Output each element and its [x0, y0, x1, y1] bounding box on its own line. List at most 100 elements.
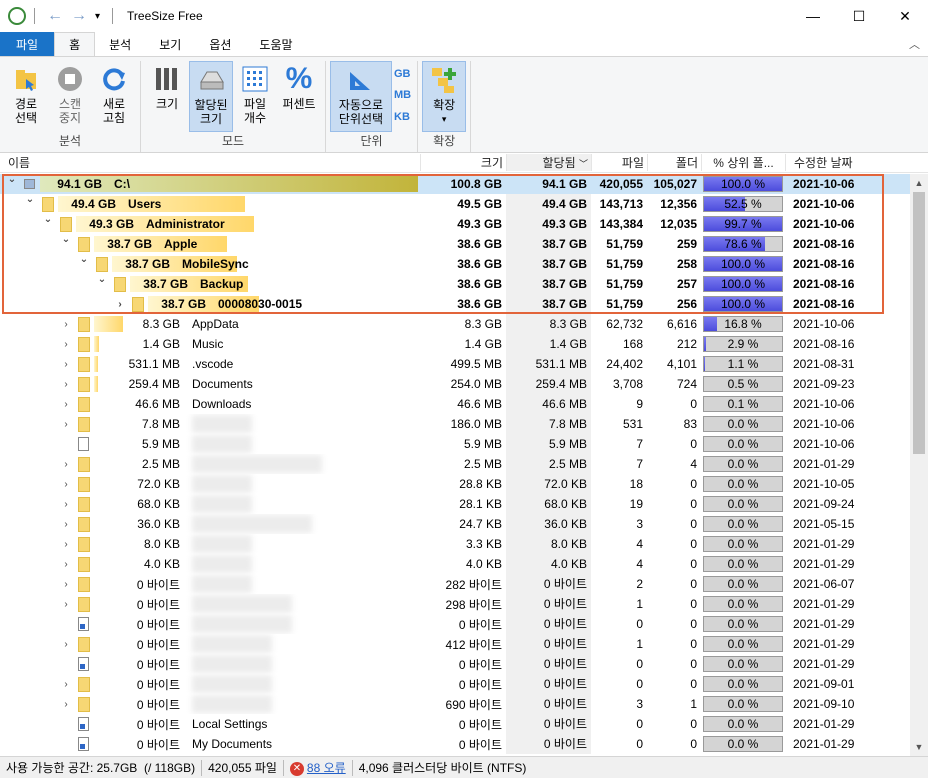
col-name[interactable]: 이름	[0, 154, 420, 171]
tree-row[interactable]: ⌄ 94.1 GB C:\ 100.8 GB 94.1 GB 420,055 105,027…	[0, 174, 910, 194]
tree-row[interactable]: › 0 바이트 0 바이트 0 바이트 0 0 0.0 % 2021-09-01	[0, 674, 910, 694]
col-files[interactable]: 파일	[591, 154, 647, 171]
percent-text: 0.0 %	[727, 597, 759, 611]
expand-button[interactable]: 확장 ▾	[422, 61, 467, 132]
tab-options[interactable]: 옵션	[195, 32, 245, 56]
unit-kb-button[interactable]: KB	[394, 111, 411, 123]
minimize-button[interactable]: —	[790, 0, 836, 32]
expand-chevron-icon[interactable]: ›	[60, 399, 72, 410]
size-label: 0 바이트	[136, 717, 180, 732]
allocated-cell: 38.7 GB	[506, 294, 591, 314]
collapse-chevron-icon[interactable]: ⌄	[96, 274, 108, 285]
tree-row[interactable]: › 8.3 GB AppData 8.3 GB 8.3 GB 62,732 6,616 16.…	[0, 314, 910, 334]
close-button[interactable]: ✕	[882, 0, 928, 32]
scroll-up-icon[interactable]: ▲	[910, 174, 928, 192]
size-cell: 46.6 MB	[457, 397, 502, 411]
tree-row[interactable]: › 531.1 MB .vscode 499.5 MB 531.1 MB 24,402 4,…	[0, 354, 910, 374]
tree-row[interactable]: › 46.6 MB Downloads 46.6 MB 46.6 MB 9 0 0.1 % 20…	[0, 394, 910, 414]
tree-row[interactable]: 0 바이트 My Documents 0 바이트 0 바이트 0 0 0.0 % 2021-0…	[0, 734, 910, 754]
tree-row[interactable]: › 0 바이트 412 바이트 0 바이트 1 0 0.0 % 2021-01-29	[0, 634, 910, 654]
expand-chevron-icon[interactable]: ›	[114, 299, 126, 310]
tree-row[interactable]: › 0 바이트 298 바이트 0 바이트 1 0 0.0 % 2021-01-29	[0, 594, 910, 614]
scroll-down-icon[interactable]: ▼	[910, 738, 928, 756]
expand-chevron-icon[interactable]: ›	[60, 639, 72, 650]
mode-file-count-button[interactable]: 파일 개수	[233, 61, 277, 132]
scroll-thumb[interactable]	[913, 192, 925, 454]
maximize-button[interactable]: ☐	[836, 0, 882, 32]
expand-chevron-icon[interactable]: ›	[60, 479, 72, 490]
select-path-button[interactable]: 경로 선택	[4, 61, 48, 132]
collapse-chevron-icon[interactable]: ⌄	[42, 214, 54, 225]
collapse-chevron-icon[interactable]: ⌄	[78, 254, 90, 265]
expand-chevron-icon[interactable]: ›	[60, 519, 72, 530]
collapse-chevron-icon[interactable]: ⌄	[6, 174, 18, 185]
tab-analyze[interactable]: 분석	[95, 32, 145, 56]
tree-row[interactable]: › 7.8 MB 186.0 MB 7.8 MB 531 83 0.0 % 2021-10-0…	[0, 414, 910, 434]
tree-row[interactable]: › 2.5 MB 2.5 MB 2.5 MB 7 4 0.0 % 2021-01-29	[0, 454, 910, 474]
tree-row[interactable]: 0 바이트 0 바이트 0 바이트 0 0 0.0 % 2021-01-29	[0, 654, 910, 674]
tree-row[interactable]: 0 바이트 Local Settings 0 바이트 0 바이트 0 0 0.0 % 2021…	[0, 714, 910, 734]
size-label: 4.0 KB	[143, 557, 180, 571]
expand-chevron-icon[interactable]: ›	[60, 339, 72, 350]
col-folders[interactable]: 폴더	[647, 154, 701, 171]
tree-row[interactable]: › 72.0 KB 28.8 KB 72.0 KB 18 0 0.0 % 2021-10-05	[0, 474, 910, 494]
tab-view[interactable]: 보기	[145, 32, 195, 56]
vertical-scrollbar[interactable]: ▲ ▼	[910, 174, 928, 756]
tree-row[interactable]: 0 바이트 0 바이트 0 바이트 0 0 0.0 % 2021-01-29	[0, 614, 910, 634]
size-label: 46.6 MB	[135, 397, 180, 411]
expand-chevron-icon[interactable]: ›	[60, 499, 72, 510]
tree-row[interactable]: ⌄ 38.7 GB Backup 38.6 GB 38.7 GB 51,759 257 100…	[0, 274, 910, 294]
tree-row[interactable]: ⌄ 49.3 GB Administrator 49.3 GB 49.3 GB 143,3…	[0, 214, 910, 234]
expand-chevron-icon[interactable]: ›	[60, 539, 72, 550]
back-arrow-icon[interactable]: ←	[47, 7, 63, 25]
auto-unit-button[interactable]: 자동으로 단위선택	[330, 61, 392, 132]
expand-chevron-icon[interactable]: ›	[60, 699, 72, 710]
expand-chevron-icon[interactable]: ›	[60, 679, 72, 690]
tab-file[interactable]: 파일	[0, 32, 55, 56]
tree-row[interactable]: › 0 바이트 282 바이트 0 바이트 2 0 0.0 % 2021-06-07	[0, 574, 910, 594]
mode-allocated-button[interactable]: 할당된 크기	[189, 61, 233, 132]
unit-mb-button[interactable]: MB	[394, 89, 411, 101]
col-modified[interactable]: 수정한 날짜	[785, 154, 865, 171]
tree-row[interactable]: › 68.0 KB 28.1 KB 68.0 KB 19 0 0.0 % 2021-09-24	[0, 494, 910, 514]
mode-size-button[interactable]: 크기	[145, 61, 189, 132]
tree-row[interactable]: 5.9 MB 5.9 MB 5.9 MB 7 0 0.0 % 2021-10-06	[0, 434, 910, 454]
tree-row[interactable]: › 4.0 KB 4.0 KB 4.0 KB 4 0 0.0 % 2021-01-29	[0, 554, 910, 574]
expand-chevron-icon[interactable]: ›	[60, 379, 72, 390]
tab-home[interactable]: 홈	[54, 32, 96, 56]
refresh-button[interactable]: 새로 고침	[92, 61, 136, 132]
files-cell: 531	[622, 417, 643, 431]
collapse-chevron-icon[interactable]: ⌄	[24, 194, 36, 205]
scan-stop-button[interactable]: 스캔 중지	[48, 61, 92, 132]
treesize-app-icon[interactable]	[8, 7, 26, 25]
col-size[interactable]: 크기	[420, 154, 506, 171]
tree-row[interactable]: ⌄ 38.7 GB MobileSync 38.6 GB 38.7 GB 51,759 25…	[0, 254, 910, 274]
tree-row[interactable]: › 8.0 KB 3.3 KB 8.0 KB 4 0 0.0 % 2021-01-29	[0, 534, 910, 554]
tree-row[interactable]: ⌄ 49.4 GB Users 49.5 GB 49.4 GB 143,713 12,356…	[0, 194, 910, 214]
tab-help[interactable]: 도움말	[245, 32, 306, 56]
error-count-link[interactable]: 88 오류	[307, 761, 346, 775]
collapse-ribbon-icon[interactable]: ︿	[909, 36, 920, 52]
expand-chevron-icon[interactable]: ›	[60, 459, 72, 470]
tree-row[interactable]: › 36.0 KB 24.7 KB 36.0 KB 3 0 0.0 % 2021-05-15	[0, 514, 910, 534]
error-link[interactable]: ✕ 88 오류	[284, 759, 352, 776]
expand-chevron-icon[interactable]: ›	[60, 599, 72, 610]
expand-chevron-icon[interactable]: ›	[60, 319, 72, 330]
expand-chevron-icon[interactable]: ›	[60, 559, 72, 570]
mode-percent-button[interactable]: % 퍼센트	[277, 61, 321, 132]
col-percent-parent[interactable]: % 상위 폴...	[701, 154, 785, 171]
collapse-chevron-icon[interactable]: ⌄	[60, 234, 72, 245]
tree-row[interactable]: › 38.7 GB 00008030-0015 38.6 GB 38.7 GB 51,75…	[0, 294, 910, 314]
expand-chevron-icon[interactable]: ›	[60, 419, 72, 430]
quick-access-dropdown-icon[interactable]: ▾	[95, 11, 100, 22]
expand-chevron-icon[interactable]: ›	[60, 579, 72, 590]
tree-row[interactable]: ⌄ 38.7 GB Apple 38.6 GB 38.7 GB 51,759 259 78.6…	[0, 234, 910, 254]
expand-chevron-icon[interactable]: ›	[60, 359, 72, 370]
tree-row[interactable]: › 259.4 MB Documents 254.0 MB 259.4 MB 3,708 7…	[0, 374, 910, 394]
forward-arrow-icon[interactable]: →	[71, 7, 87, 25]
col-allocated[interactable]: 할당됨 ﹀	[506, 154, 591, 171]
redacted-name	[192, 635, 272, 653]
tree-row[interactable]: › 1.4 GB Music 1.4 GB 1.4 GB 168 212 2.9 % 2021-…	[0, 334, 910, 354]
tree-row[interactable]: › 0 바이트 690 바이트 0 바이트 3 1 0.0 % 2021-09-10	[0, 694, 910, 714]
unit-gb-button[interactable]: GB	[394, 68, 411, 80]
